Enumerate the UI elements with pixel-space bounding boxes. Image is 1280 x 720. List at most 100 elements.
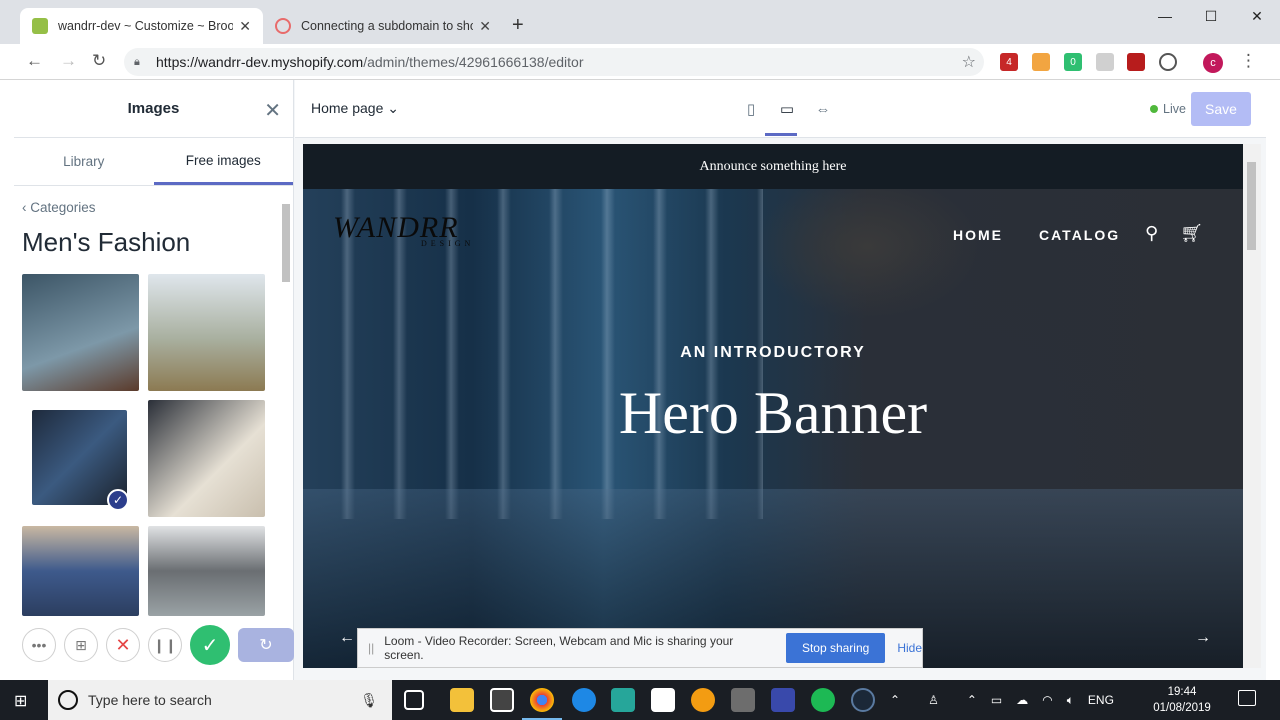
cart-icon[interactable]: 🛒︎: [1180, 223, 1203, 244]
close-tab-icon[interactable]: ✕: [239, 18, 251, 35]
spotify-icon[interactable]: [811, 688, 835, 712]
mobile-view-icon[interactable]: ▯: [740, 98, 762, 120]
fullscreen-view-icon[interactable]: ⇔: [812, 98, 834, 120]
nav-catalog[interactable]: CATALOG: [1039, 227, 1120, 243]
scrollbar-thumb[interactable]: [1247, 162, 1256, 250]
action-center-icon[interactable]: [1238, 690, 1256, 706]
new-tab-button[interactable]: +: [512, 14, 524, 37]
next-slide-arrow-icon[interactable]: →: [1195, 629, 1211, 647]
scrollbar-thumb[interactable]: [282, 204, 290, 282]
pause-recording-button[interactable]: ❙❙: [148, 628, 182, 662]
store-preview: Announce something here WANDRR DESIGN HO…: [303, 144, 1243, 668]
chevron-up-icon[interactable]: ⌃: [890, 693, 900, 707]
hide-banner-link[interactable]: Hide: [897, 641, 922, 655]
mail-icon[interactable]: [651, 688, 675, 712]
announcement-bar[interactable]: Announce something here: [303, 144, 1243, 189]
restart-recording-button[interactable]: ↻: [238, 628, 294, 662]
malwarebytes-icon[interactable]: [771, 688, 795, 712]
taskbar-clock[interactable]: 19:44 01/08/2019: [1152, 684, 1212, 716]
profile-avatar[interactable]: c: [1203, 53, 1223, 73]
category-title: Men's Fashion: [22, 227, 191, 257]
chevron-left-icon: ‹: [22, 200, 31, 215]
tab-library[interactable]: Library: [14, 138, 154, 185]
language-indicator[interactable]: ENG: [1088, 693, 1114, 707]
windows-start-icon[interactable]: ⊞: [14, 691, 27, 711]
extension-shield-icon[interactable]: 4: [1000, 53, 1018, 71]
minimize-button[interactable]: —: [1142, 0, 1188, 32]
panel-scrollbar[interactable]: [280, 198, 290, 618]
hero-banner[interactable]: WANDRR DESIGN HOME CATALOG ⚲ 🛒︎ AN INTRO…: [303, 189, 1243, 668]
url-field[interactable]: 🔒︎ https://wandrr-dev.myshopify.com/admi…: [124, 48, 984, 76]
extension-pdf-icon[interactable]: [1127, 53, 1145, 71]
prev-slide-arrow-icon[interactable]: ←: [339, 629, 355, 647]
extension-glasses-icon[interactable]: [1096, 53, 1114, 71]
save-button[interactable]: Save: [1191, 92, 1251, 126]
window-controls: — ☐ ✕: [1142, 0, 1280, 32]
categories-label: Categories: [30, 200, 96, 215]
store-nav: HOME CATALOG: [953, 227, 1120, 243]
task-view-icon[interactable]: [404, 690, 424, 710]
live-label: Live: [1163, 102, 1186, 116]
finish-recording-button[interactable]: ✓: [190, 625, 230, 665]
camera-toggle-button[interactable]: ⊞: [64, 628, 98, 662]
cancel-recording-button[interactable]: ✕: [106, 628, 140, 662]
bookmark-star-icon[interactable]: ☆: [962, 52, 976, 72]
nav-home[interactable]: HOME: [953, 227, 1003, 243]
image-thumbnail-selected[interactable]: ✓: [32, 410, 129, 511]
volume-icon[interactable]: 🔈︎: [1067, 693, 1074, 708]
extension-check-icon[interactable]: 0: [1064, 53, 1082, 71]
onedrive-icon[interactable]: ☁: [1016, 693, 1028, 707]
page-selector[interactable]: Home page ⌄: [311, 100, 399, 117]
store-icon[interactable]: [490, 688, 514, 712]
steam-icon[interactable]: [851, 688, 875, 712]
reload-icon[interactable]: ↻: [92, 51, 106, 71]
chrome-menu-icon[interactable]: ⋮: [1240, 51, 1257, 71]
live-status: Live: [1150, 102, 1186, 116]
image-thumbnail[interactable]: [148, 274, 265, 391]
close-tab-icon[interactable]: ✕: [479, 18, 491, 35]
image-thumbnail[interactable]: [22, 274, 139, 391]
battery-icon[interactable]: ▭: [991, 693, 1002, 707]
file-explorer-icon[interactable]: [450, 688, 474, 712]
sharing-message: Loom - Video Recorder: Screen, Webcam an…: [384, 634, 734, 662]
desktop-view-icon[interactable]: ▭: [776, 98, 798, 120]
close-window-button[interactable]: ✕: [1234, 0, 1280, 32]
image-thumbnail[interactable]: [148, 526, 265, 616]
search-icon[interactable]: ⚲: [1145, 223, 1158, 244]
stop-sharing-button[interactable]: Stop sharing: [785, 633, 886, 663]
image-thumbnail[interactable]: [148, 400, 265, 517]
app-orange-icon[interactable]: [691, 688, 715, 712]
store-logo[interactable]: WANDRR DESIGN: [333, 211, 474, 248]
drag-handle-icon[interactable]: ||: [368, 641, 374, 655]
chrome-icon[interactable]: [522, 688, 562, 720]
microphone-icon[interactable]: 🎙︎: [360, 692, 378, 709]
app-l-icon[interactable]: [611, 688, 635, 712]
close-icon[interactable]: ✕: [264, 98, 281, 123]
tray-chevron-icon[interactable]: ⌃: [967, 693, 977, 707]
back-arrow-icon[interactable]: ←: [26, 51, 43, 71]
wifi-icon[interactable]: ◠: [1042, 693, 1052, 707]
panel-tabs: Library Free images: [14, 138, 293, 186]
tab-free-images[interactable]: Free images: [153, 138, 293, 185]
help-favicon-icon: [275, 18, 291, 34]
extension-openai-icon[interactable]: [1159, 53, 1177, 71]
taskbar-search[interactable]: Type here to search 🎙︎: [48, 680, 392, 720]
more-options-button[interactable]: •••: [22, 628, 56, 662]
image-thumbnail[interactable]: [22, 526, 139, 616]
browser-tab-strip: wandrr-dev ~ Customize ~ Brooklyn ✕ Conn…: [0, 0, 1280, 44]
active-device-indicator: [765, 133, 797, 136]
app-gray-icon[interactable]: [731, 688, 755, 712]
system-tray: ⌃ ♙ ⌃ ▭ ☁ ◠ 🔈︎ ENG: [890, 680, 1114, 720]
edge-icon[interactable]: [572, 688, 596, 712]
maximize-button[interactable]: ☐: [1188, 0, 1234, 32]
people-icon[interactable]: ♙: [928, 693, 939, 707]
panel-header: Images ✕: [14, 80, 293, 138]
tab-shopify-customize[interactable]: wandrr-dev ~ Customize ~ Brooklyn ✕: [20, 8, 263, 44]
extension-bag-icon[interactable]: [1032, 53, 1050, 71]
forward-arrow-icon[interactable]: →: [60, 51, 77, 71]
categories-back-link[interactable]: ‹ Categories: [22, 200, 293, 215]
search-placeholder: Type here to search: [88, 692, 212, 708]
live-dot-icon: [1150, 105, 1158, 113]
tab-connecting-subdomain[interactable]: Connecting a subdomain to shopify ✕: [263, 8, 503, 44]
preview-scrollbar[interactable]: [1243, 144, 1261, 668]
